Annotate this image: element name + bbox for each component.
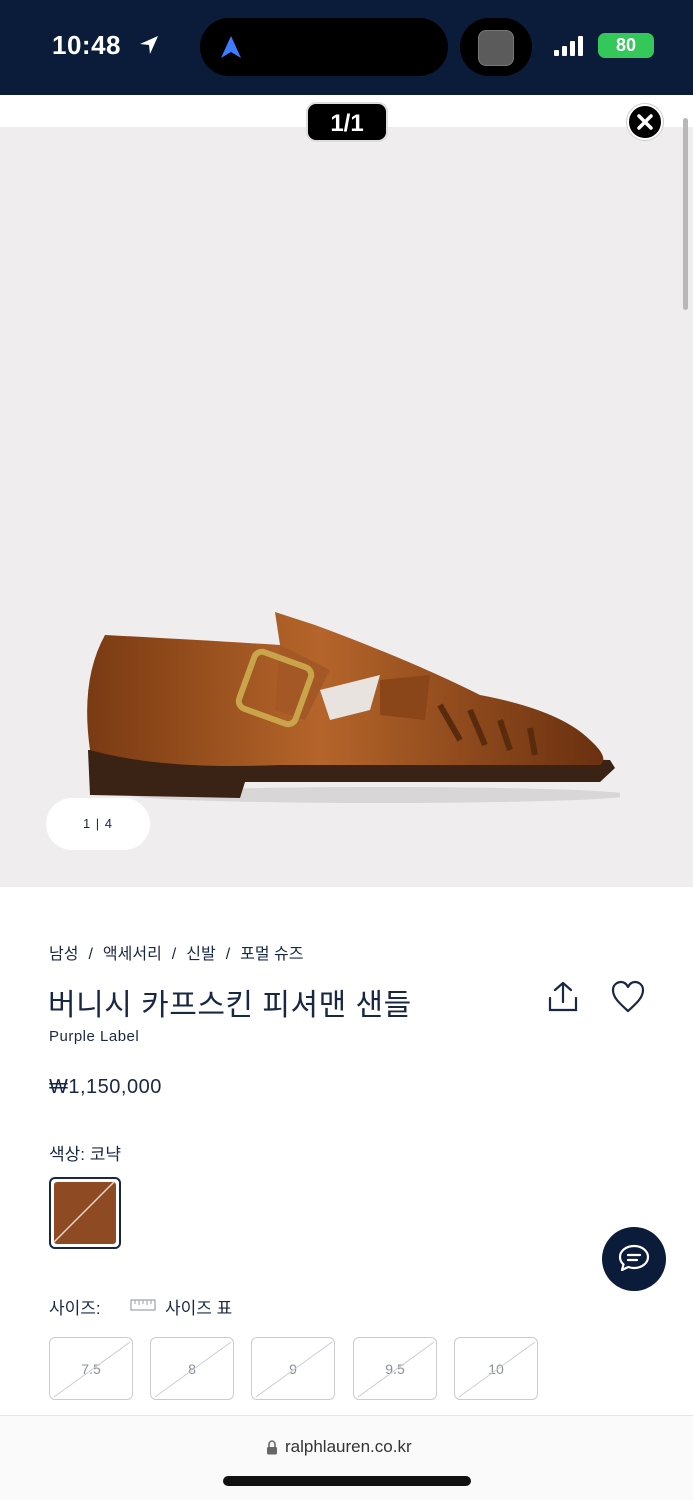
status-time: 10:48 [52,30,121,60]
ruler-icon[interactable] [130,1299,156,1311]
home-indicator[interactable] [223,1476,471,1486]
size-option-unavailable[interactable]: 9 [251,1337,335,1400]
location-arrow-icon [140,36,158,54]
breadcrumb-separator: / [171,946,177,963]
breadcrumb-separator: / [88,946,93,963]
app-thumbnail-icon [478,30,514,66]
color-swatch-cognac[interactable] [49,1177,121,1249]
size-chart-link[interactable]: 사이즈 표 [165,1294,232,1319]
color-swatch-fill [54,1182,116,1244]
product-image[interactable] [0,127,693,887]
navigation-icon [221,36,241,58]
breadcrumb-item[interactable]: 액세서리 [103,946,162,963]
sub-brand: Purple Label [49,1028,140,1045]
size-option-unavailable[interactable]: 8 [150,1337,234,1400]
unavailable-strike [154,1341,232,1398]
gallery-counter: 1 | 4 [46,798,150,850]
product-title: 버니시 카프스킨 피셔맨 샌들 [48,989,412,1022]
price: ₩1,150,000 [49,1076,162,1098]
size-label: 사이즈: [49,1299,101,1318]
size-option-unavailable[interactable]: 10 [454,1337,538,1400]
chat-bubble-icon [618,1244,650,1272]
breadcrumb-item[interactable]: 포멀 슈즈 [240,946,303,963]
page-indicator: 1/1 [306,102,388,142]
unavailable-strike [255,1341,333,1398]
battery-icon: 80 [598,33,654,58]
size-option-unavailable[interactable]: 7.5 [49,1337,133,1400]
unavailable-strike [357,1341,435,1398]
breadcrumb-item[interactable]: 신발 [186,946,215,963]
signal-icon [554,36,588,56]
browser-address-bar[interactable] [0,1415,693,1500]
color-label: 색상: 코냑 [49,1145,122,1164]
lock-icon [267,1440,277,1455]
wishlist-heart-icon[interactable] [610,980,646,1014]
close-button[interactable] [627,104,663,140]
share-icon[interactable] [546,980,580,1014]
breadcrumb-separator: / [225,946,231,963]
chat-button[interactable] [602,1227,666,1291]
breadcrumb-item[interactable]: 남성 [49,946,78,963]
close-icon [637,114,653,130]
scrollbar[interactable] [683,118,688,310]
unavailable-strike [53,1341,131,1398]
url-text[interactable]: ralphlauren.co.kr [285,1437,412,1457]
breadcrumb: 남성 / 액세서리 / 신발 / 포멀 슈즈 [49,940,313,964]
size-option-unavailable[interactable]: 9.5 [353,1337,437,1400]
unavailable-strike [458,1341,536,1398]
shoe-image [87,612,620,803]
